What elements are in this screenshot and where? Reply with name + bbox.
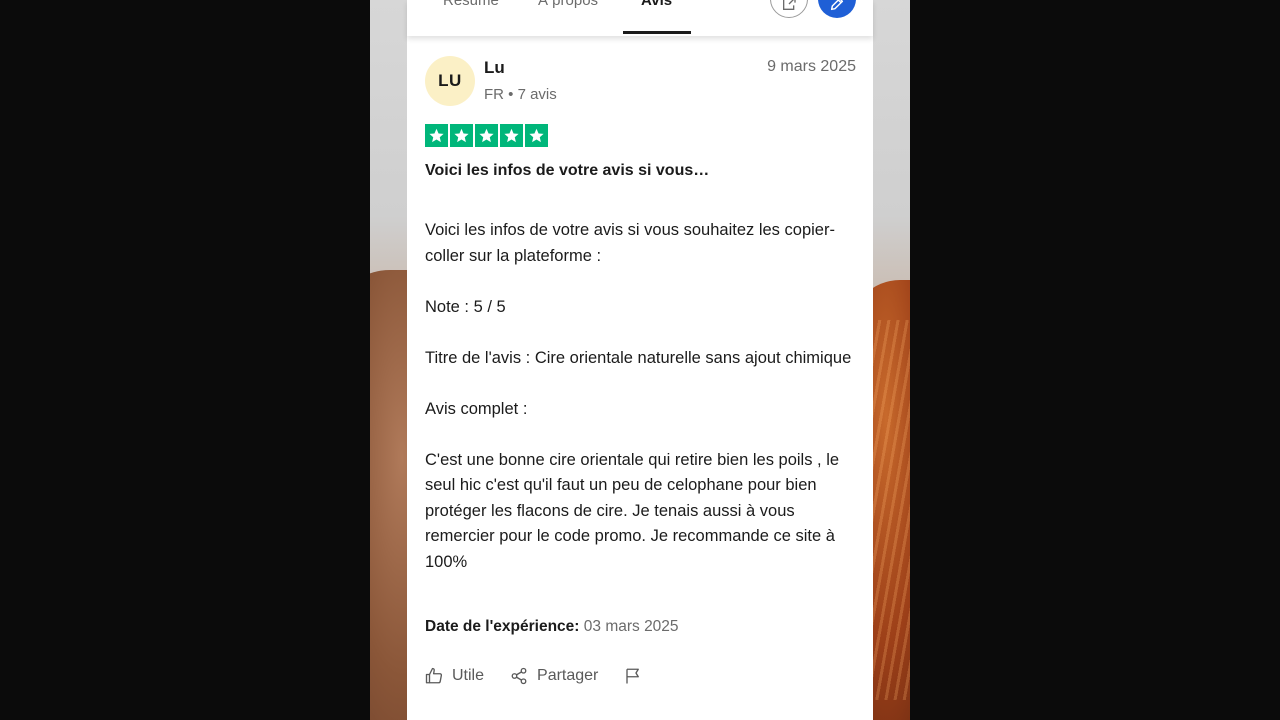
thumbs-up-icon <box>425 667 443 684</box>
reviewer-name[interactable]: Lu <box>484 58 505 78</box>
review-paragraph: Titre de l'avis : Cire orientale naturel… <box>425 348 852 367</box>
share-out-button[interactable] <box>770 0 808 18</box>
useful-label: Utile <box>452 667 485 684</box>
experience-value: 03 mars 2025 <box>583 618 679 635</box>
review-paragraph: Avis complet : <box>425 399 528 418</box>
star-icon <box>450 124 473 147</box>
review-body: Voici les infos de votre avis si vous so… <box>425 218 861 601</box>
star-icon <box>525 124 548 147</box>
flag-icon <box>626 668 640 684</box>
review-paragraph: C'est une bonne cire orientale qui retir… <box>425 450 840 571</box>
share-icon <box>511 667 527 685</box>
review-card: LU Lu FR • 7 avis 9 mars 2025 Voici les … <box>407 36 873 720</box>
review-date: 9 mars 2025 <box>767 58 856 75</box>
share-out-icon <box>783 0 796 10</box>
tab-avis[interactable]: Avis <box>641 0 672 9</box>
experience-date: Date de l'expérience: 03 mars 2025 <box>425 618 679 636</box>
star-icon <box>500 124 523 147</box>
reviewer-meta: FR • 7 avis <box>484 86 557 103</box>
star-icon <box>475 124 498 147</box>
star-rating <box>425 124 548 147</box>
review-actions: Utile Partager <box>425 666 677 686</box>
write-review-button[interactable] <box>818 0 856 18</box>
share-button[interactable]: Partager <box>510 667 598 685</box>
review-paragraph: Note : 5 / 5 <box>425 297 506 316</box>
useful-button[interactable]: Utile <box>425 667 484 685</box>
pencil-icon <box>830 0 844 11</box>
tab-resume[interactable]: Résumé <box>443 0 499 9</box>
share-label: Partager <box>537 667 599 684</box>
review-title[interactable]: Voici les infos de votre avis si vous… <box>425 162 709 180</box>
tab-a-propos[interactable]: À propos <box>538 0 598 9</box>
avatar[interactable]: LU <box>425 56 475 106</box>
review-paragraph: Voici les infos de votre avis si vous so… <box>425 221 835 265</box>
star-icon <box>425 124 448 147</box>
tab-bar: Résumé À propos Avis <box>407 0 873 36</box>
experience-label: Date de l'expérience: <box>425 618 580 635</box>
report-button[interactable] <box>624 666 651 686</box>
active-tab-indicator <box>623 31 691 34</box>
